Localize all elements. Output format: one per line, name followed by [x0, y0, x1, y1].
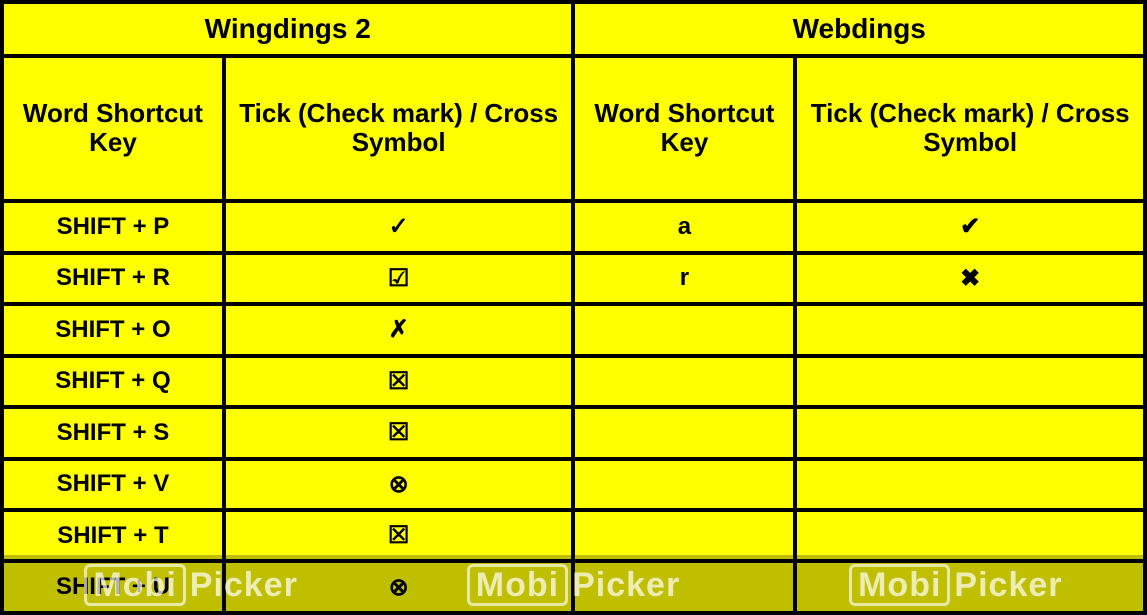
- w2-shortcut: SHIFT + U: [2, 561, 224, 613]
- w2-symbol: ⊗: [224, 459, 574, 510]
- w2-shortcut: SHIFT + O: [2, 304, 224, 355]
- wd-symbol: ✔: [795, 201, 1145, 252]
- header-wingdings2: Wingdings 2: [2, 2, 573, 56]
- wd-shortcut: [573, 356, 795, 407]
- w2-shortcut: SHIFT + Q: [2, 356, 224, 407]
- col-wd-shortcut: Word Shortcut Key: [573, 56, 795, 201]
- w2-symbol: ☒: [224, 407, 574, 458]
- table-row: SHIFT + O ✗: [2, 304, 1145, 355]
- w2-symbol: ✓: [224, 201, 574, 252]
- wd-symbol: [795, 561, 1145, 613]
- header-webdings: Webdings: [573, 2, 1145, 56]
- shortcut-table: Wingdings 2 Webdings Word Shortcut Key T…: [0, 0, 1147, 615]
- table-row: SHIFT + U ⊗: [2, 561, 1145, 613]
- wd-symbol: [795, 356, 1145, 407]
- table-row: SHIFT + R ☑ r ✖: [2, 253, 1145, 304]
- w2-symbol: ☒: [224, 510, 574, 561]
- w2-symbol: ☑: [224, 253, 574, 304]
- wd-symbol: [795, 304, 1145, 355]
- table-row: SHIFT + T ☒: [2, 510, 1145, 561]
- wd-shortcut: [573, 304, 795, 355]
- wd-symbol: [795, 407, 1145, 458]
- wd-shortcut: [573, 459, 795, 510]
- table-row: SHIFT + Q ☒: [2, 356, 1145, 407]
- w2-shortcut: SHIFT + T: [2, 510, 224, 561]
- wd-shortcut: [573, 407, 795, 458]
- table-row: SHIFT + P ✓ a ✔: [2, 201, 1145, 252]
- wd-shortcut: [573, 510, 795, 561]
- wd-symbol: [795, 459, 1145, 510]
- wd-symbol: [795, 510, 1145, 561]
- wd-shortcut: [573, 561, 795, 613]
- w2-symbol: ⊗: [224, 561, 574, 613]
- w2-shortcut: SHIFT + R: [2, 253, 224, 304]
- col-w2-symbol: Tick (Check mark) / Cross Symbol: [224, 56, 574, 201]
- wd-shortcut: r: [573, 253, 795, 304]
- col-w2-shortcut: Word Shortcut Key: [2, 56, 224, 201]
- w2-shortcut: SHIFT + P: [2, 201, 224, 252]
- w2-shortcut: SHIFT + V: [2, 459, 224, 510]
- col-wd-symbol: Tick (Check mark) / Cross Symbol: [795, 56, 1145, 201]
- wd-symbol: ✖: [795, 253, 1145, 304]
- w2-symbol: ☒: [224, 356, 574, 407]
- table-row: SHIFT + V ⊗: [2, 459, 1145, 510]
- wd-shortcut: a: [573, 201, 795, 252]
- w2-symbol: ✗: [224, 304, 574, 355]
- table-row: SHIFT + S ☒: [2, 407, 1145, 458]
- w2-shortcut: SHIFT + S: [2, 407, 224, 458]
